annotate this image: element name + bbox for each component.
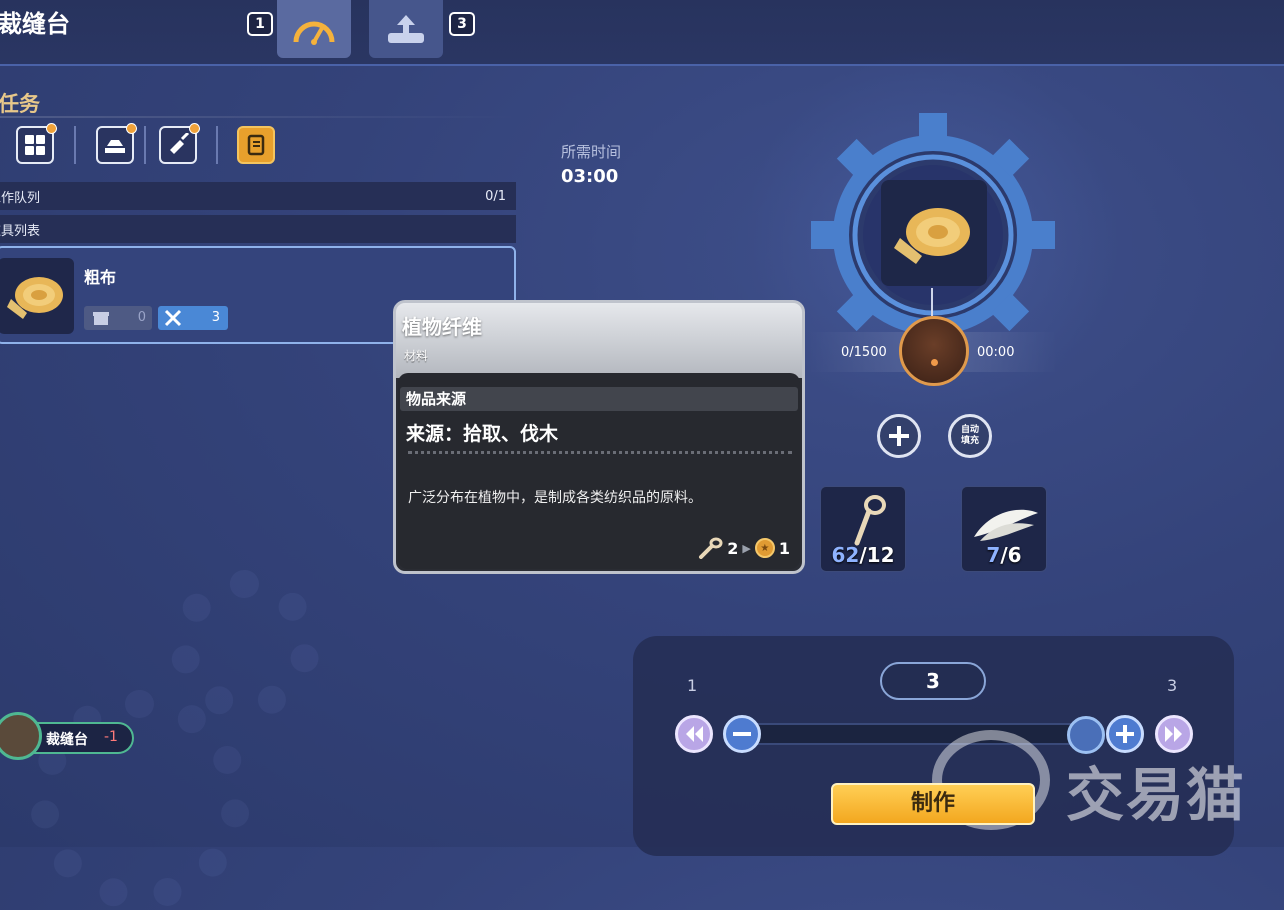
filter-scroll-button[interactable] — [237, 126, 275, 164]
progress-count: 0/1500 — [841, 345, 887, 360]
item-list-label: 道具列表 — [0, 223, 41, 239]
tooltip-source-header: 物品来源 — [400, 387, 798, 411]
minus-icon — [733, 732, 751, 736]
background-gear-decoration — [170, 570, 320, 720]
work-queue-row: 工作队列 0/1 — [0, 182, 516, 210]
stock-count: 0 — [137, 310, 146, 325]
station-count: -1 — [104, 729, 118, 745]
dial-dot — [931, 359, 938, 366]
notification-dot — [46, 123, 57, 134]
notification-dot — [126, 123, 137, 134]
tab-upload[interactable] — [369, 0, 443, 58]
syringe-icon — [170, 133, 190, 154]
box-icon — [93, 312, 109, 325]
tooltip-body: 物品来源 来源：拾取、伐木 广泛分布在植物中，是制成各类纺织品的原料。 2 ▶ … — [398, 373, 800, 569]
progress-time: 00:00 — [977, 345, 1015, 360]
add-material-button[interactable] — [877, 414, 921, 458]
divider — [144, 126, 146, 164]
recipe-name: 粗布 — [84, 268, 117, 287]
material-slot-feather[interactable]: 7/6 — [961, 486, 1047, 572]
divider — [216, 126, 218, 164]
item-tooltip: 植物纤维 材料 物品来源 来源：拾取、伐木 广泛分布在植物中，是制成各类纺织品的… — [393, 300, 805, 574]
grid-icon — [25, 135, 45, 155]
scroll-icon — [247, 134, 265, 156]
trade-quantity: 2 — [727, 538, 739, 558]
tooltip-item-name: 植物纤维 — [402, 315, 482, 339]
fiber-icon — [699, 537, 723, 559]
tools-icon — [164, 309, 182, 327]
divider — [408, 451, 792, 454]
quantity-value: 3 — [880, 662, 986, 700]
next-tab-key-hint: 3 — [449, 12, 475, 36]
material-count: 62/12 — [831, 543, 895, 567]
tooltip-source: 来源：拾取、伐木 — [406, 423, 559, 445]
tooltip-description: 广泛分布在植物中，是制成各类纺织品的原料。 — [408, 490, 702, 506]
material-count: 7/6 — [986, 543, 1022, 567]
time-required-value: 03:00 — [561, 166, 619, 187]
work-queue-count: 0/1 — [485, 188, 506, 204]
output-item-slot — [881, 180, 987, 286]
gauge-icon — [293, 21, 335, 45]
double-chevron-right-icon — [1165, 726, 1182, 742]
plus-icon — [1116, 725, 1134, 743]
coin-value: 1 — [778, 538, 790, 558]
notification-dot — [189, 123, 200, 134]
progress-dial — [899, 316, 969, 386]
arrow-right-icon: ▶ — [742, 541, 751, 555]
stock-count-chip: 0 — [84, 306, 152, 330]
divider — [0, 116, 520, 118]
plus-icon — [889, 426, 909, 446]
connector-line — [931, 288, 933, 316]
cloth-icon — [0, 258, 74, 334]
item-list-header: 道具列表 — [0, 215, 516, 243]
coin-icon: ★ — [754, 538, 775, 558]
filter-all-button[interactable] — [16, 123, 57, 164]
feather-icon — [974, 509, 1038, 541]
auto-fill-button[interactable]: 自动填充 — [948, 414, 992, 458]
quantity-slider[interactable] — [742, 723, 1084, 745]
tooltip-item-type: 材料 — [404, 349, 429, 363]
filter-ingot-button[interactable] — [96, 123, 137, 164]
station-name: 裁缝台 — [46, 732, 88, 748]
auto-fill-label: 自动填充 — [960, 425, 979, 446]
cloth-icon — [894, 208, 970, 264]
tooltip-trade-value: 2 ▶ ★ 1 — [697, 537, 790, 559]
quantity-max: 3 — [1167, 676, 1178, 695]
task-section-title: 任务 — [0, 92, 40, 116]
upload-icon — [388, 15, 424, 43]
quantity-min-button[interactable] — [675, 715, 713, 753]
filter-syringe-button[interactable] — [159, 123, 200, 164]
quantity-min: 1 — [687, 676, 698, 695]
ingot-icon — [105, 140, 125, 153]
tool-count-chip: 3 — [158, 306, 228, 330]
material-slot-fiber[interactable]: 62/12 — [820, 486, 906, 572]
prev-tab-key-hint: 1 — [247, 12, 273, 36]
decrease-quantity-button[interactable] — [723, 715, 761, 753]
work-queue-label: 工作队列 — [0, 190, 41, 206]
fiber-icon — [854, 495, 886, 546]
watermark-text: 交易猫 — [1066, 761, 1247, 829]
craft-button[interactable]: 制作 — [831, 783, 1035, 825]
tab-gauge[interactable] — [277, 0, 351, 58]
time-required-label: 所需时间 — [561, 143, 622, 161]
top-bar: 裁缝台 1 3 — [0, 0, 1284, 66]
double-chevron-left-icon — [686, 726, 703, 742]
page-title: 裁缝台 — [0, 10, 70, 38]
tool-count: 3 — [211, 310, 220, 325]
divider — [74, 126, 76, 164]
